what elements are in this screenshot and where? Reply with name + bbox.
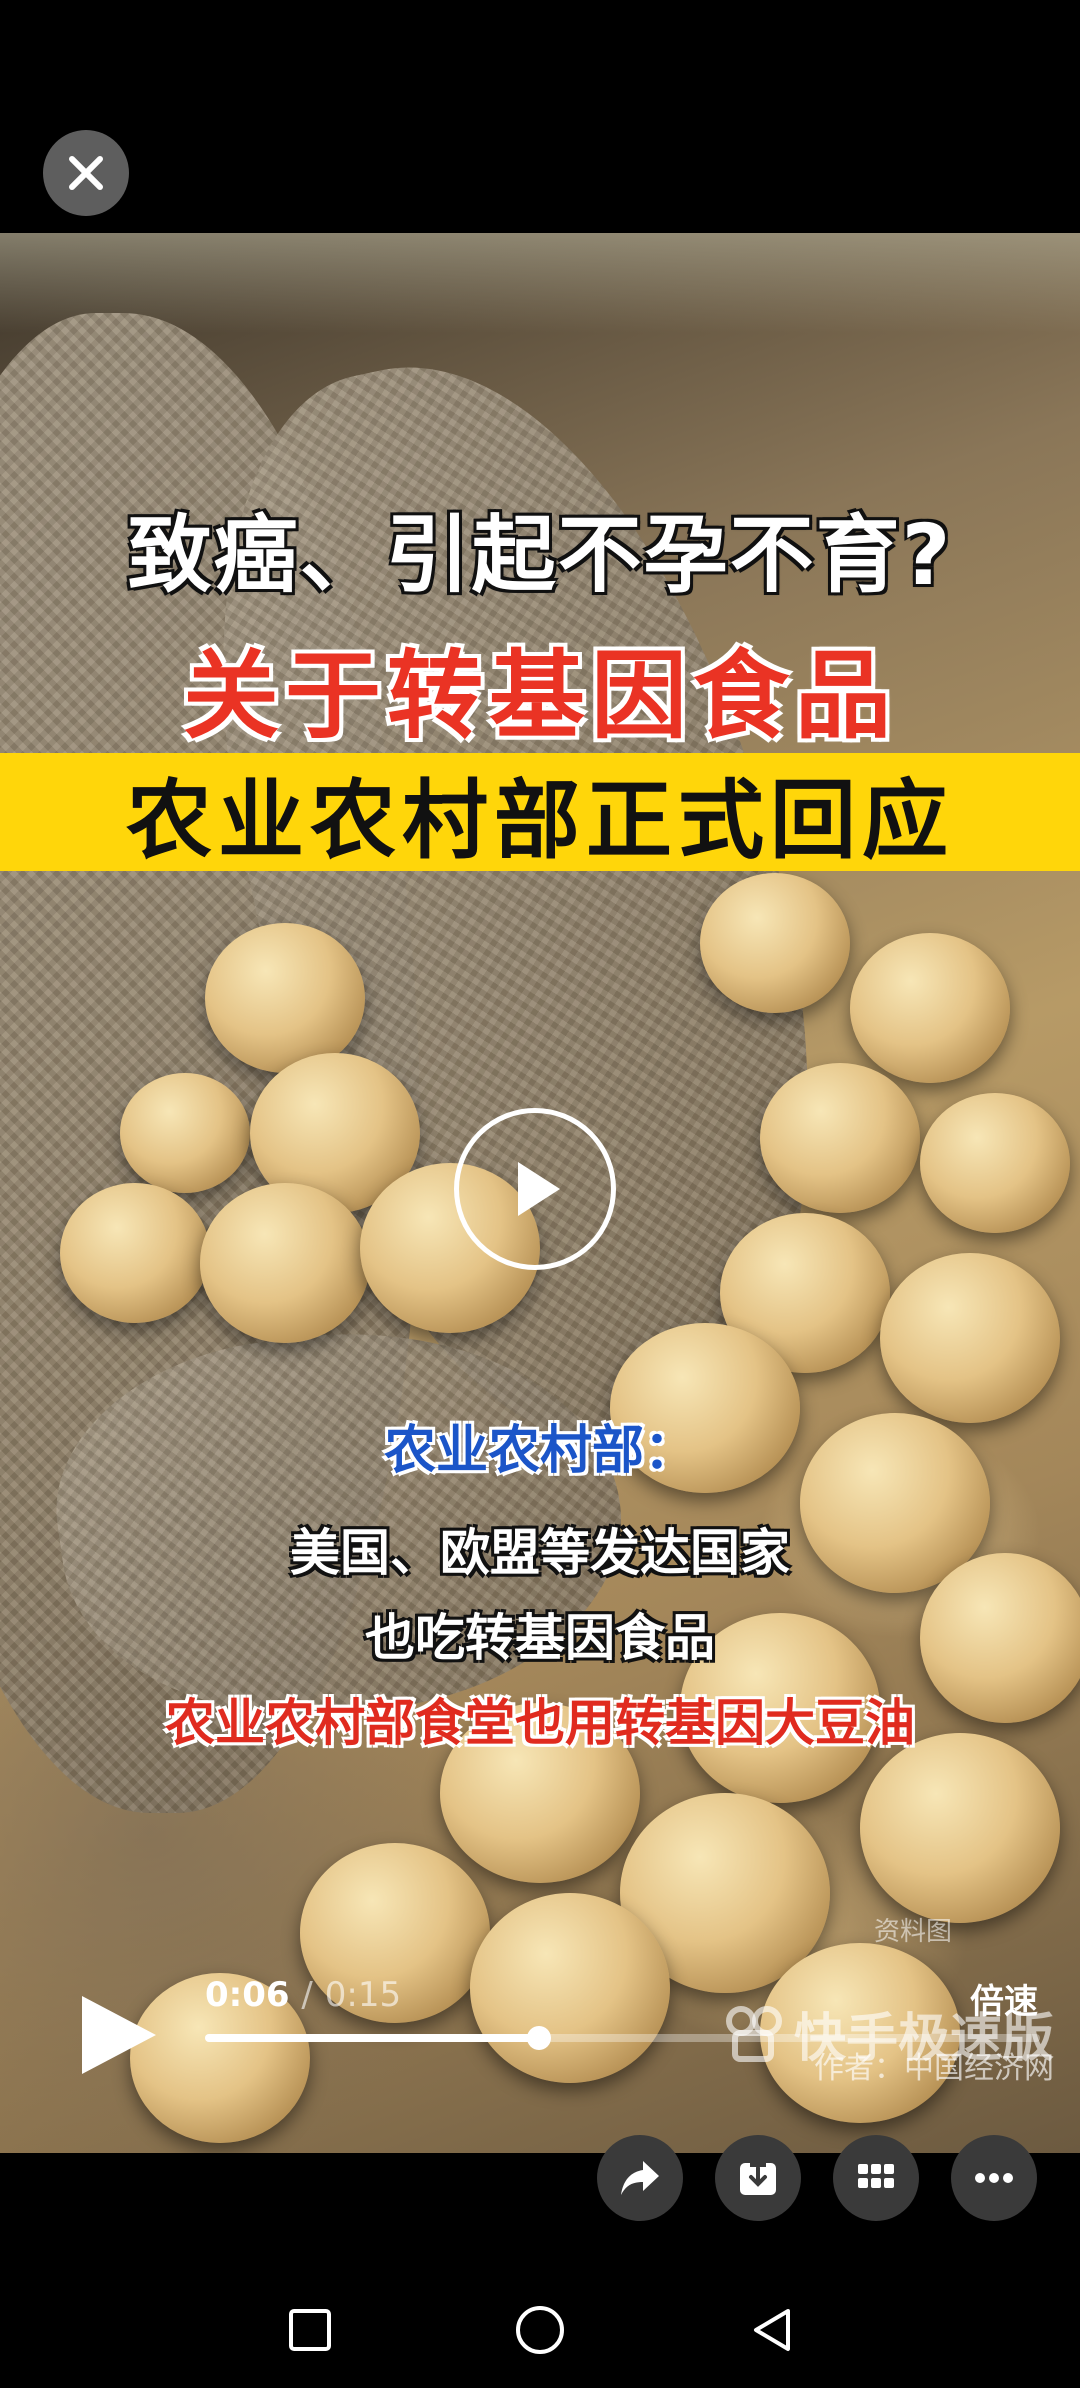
subtitle-line1: 美国、欧盟等发达国家 [290, 1524, 790, 1582]
play-pause-button[interactable] [72, 1990, 162, 2080]
soybean [700, 873, 850, 1013]
download-icon [740, 2159, 776, 2195]
headline-band-text: 农业农村部正式回应 [126, 770, 954, 871]
soybean [760, 1063, 920, 1213]
headline-band: 农业农村部正式回应 [0, 753, 1080, 871]
subtitle-speaker: 农业农村部： [383, 1421, 696, 1481]
video-top-blur [0, 233, 1080, 333]
close-button[interactable] [43, 130, 129, 216]
soybean [860, 1733, 1060, 1923]
subtitle-line3: 农业农村部食堂也用转基因大豆油 [165, 1694, 915, 1752]
more-button[interactable] [951, 2135, 1037, 2221]
subtitle-line2: 也吃转基因食品 [365, 1609, 715, 1667]
back-triangle-icon [754, 2309, 790, 2351]
speed-button[interactable]: 倍速 [970, 1974, 1038, 2023]
home-button[interactable] [510, 2300, 570, 2360]
soybean [205, 923, 365, 1073]
soybean [200, 1183, 370, 1343]
soybean [120, 1073, 250, 1193]
download-button[interactable] [715, 2135, 801, 2221]
headline-line2: 关于转基因食品 [183, 640, 897, 752]
grid-apps-icon [858, 2164, 894, 2188]
system-nav-bar [0, 2300, 1080, 2388]
headline-line1: 致癌、引起不孕不育? [127, 506, 953, 604]
soybean [470, 1893, 670, 2083]
time-separator: / [301, 1975, 313, 2015]
back-button[interactable] [742, 2300, 802, 2360]
action-row [0, 2135, 1080, 2225]
current-time: 0:06 [205, 1975, 290, 2015]
author-credit: 作者：中国经济网 [814, 2051, 1054, 2086]
share-arrow-icon [621, 2161, 659, 2195]
play-icon [518, 1162, 560, 1216]
image-tag: 资料图 [873, 1917, 952, 1947]
share-button[interactable] [597, 2135, 683, 2221]
progress-bar[interactable] [205, 2026, 1040, 2050]
soybean [60, 1183, 210, 1323]
duration: 0:15 [324, 1975, 402, 2015]
recents-button[interactable] [280, 2300, 340, 2360]
soybean [850, 933, 1010, 1083]
center-play-button[interactable] [454, 1108, 616, 1270]
time-display: 0:06 / 0:15 [205, 1975, 401, 2015]
progress-thumb[interactable] [527, 2026, 551, 2050]
more-dots-icon [975, 2173, 1013, 2183]
video-frame[interactable]: 致癌、引起不孕不育? 关于转基因食品 农业农村部正式回应 农业农村部： 美国、欧… [0, 233, 1080, 2153]
soybean [880, 1253, 1060, 1423]
recents-square-icon [289, 2309, 331, 2351]
play-icon [82, 1996, 156, 2074]
soybean [920, 1093, 1070, 1233]
apps-button[interactable] [833, 2135, 919, 2221]
home-circle-icon [516, 2306, 564, 2354]
progress-fill [205, 2034, 539, 2042]
close-icon [69, 156, 103, 190]
